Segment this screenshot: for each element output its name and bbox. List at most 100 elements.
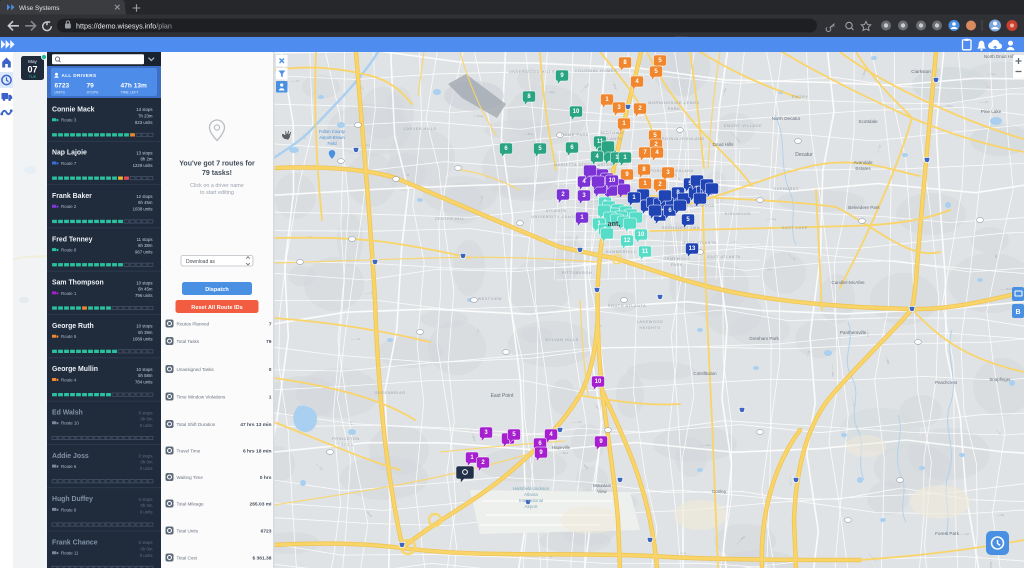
svg-text:Click on a driver name: Click on a driver name <box>190 183 244 189</box>
svg-text:5h 58m: 5h 58m <box>138 373 153 378</box>
svg-text:Route 5: Route 5 <box>61 334 77 339</box>
svg-text:— Blvd: — Blvd <box>524 132 533 136</box>
svg-text:UNITS: UNITS <box>55 90 66 94</box>
svg-text:6723: 6723 <box>55 83 70 90</box>
svg-text:— Pkwy: — Pkwy <box>473 114 484 118</box>
svg-text:CARVER HILLS: CARVER HILLS <box>403 127 436 131</box>
svg-text:—— Ave: —— Ave <box>700 443 711 447</box>
svg-text:Wise Systems: Wise Systems <box>19 5 59 12</box>
svg-text:Pine Lake: Pine Lake <box>981 109 1002 114</box>
svg-text:UNDERWOOD HILLS: UNDERWOOD HILLS <box>509 70 555 74</box>
svg-text:0h 0m: 0h 0m <box>141 460 153 465</box>
svg-text:Travel Time: Travel Time <box>177 448 201 453</box>
svg-text:—— Pkwy: —— Pkwy <box>940 104 954 108</box>
svg-text:0h 0m: 0h 0m <box>141 503 153 508</box>
svg-text:10: 10 <box>609 178 616 184</box>
svg-text:Route 2: Route 2 <box>61 204 77 209</box>
svg-text:HEIGHTS: HEIGHTS <box>639 326 660 330</box>
svg-text:— Way: — Way <box>546 90 556 94</box>
svg-text:SYLVAN HILLS: SYLVAN HILLS <box>545 338 578 342</box>
svg-text:SOUTH ATLANTA: SOUTH ATLANTA <box>608 304 646 308</box>
svg-text:North Druid Hills: North Druid Hills <box>984 54 1017 59</box>
svg-text:10 stops: 10 stops <box>136 280 152 285</box>
svg-text:784 units: 784 units <box>135 380 152 385</box>
svg-text:10 stops: 10 stops <box>136 324 152 329</box>
svg-text:Hugh Duffey: Hugh Duffey <box>52 496 93 503</box>
svg-text:— Ave: — Ave <box>987 72 996 76</box>
svg-text:— Rd: — Rd <box>994 251 998 259</box>
svg-text:LAKES: LAKES <box>338 443 353 447</box>
svg-text:OAKHURST: OAKHURST <box>773 187 799 191</box>
svg-text:79: 79 <box>266 339 272 345</box>
svg-text:Snapfinger: Snapfinger <box>989 377 1011 382</box>
svg-text:Peachcrest: Peachcrest <box>935 380 958 385</box>
svg-text:May: May <box>28 59 37 64</box>
svg-text:Gresham Park: Gresham Park <box>749 336 779 341</box>
svg-text:6h 45m: 6h 45m <box>138 287 153 292</box>
svg-text:Route 9: Route 9 <box>61 507 77 512</box>
svg-text:0: 0 <box>269 367 272 373</box>
svg-text:Hapeville: Hapeville <box>552 445 571 450</box>
svg-text:0 stops: 0 stops <box>139 454 153 459</box>
svg-text:Candler-McAfee: Candler-McAfee <box>831 280 865 285</box>
svg-text:George Mullin: George Mullin <box>52 366 98 373</box>
svg-text:—— Dr: —— Dr <box>572 420 581 424</box>
svg-text:Frank Baker: Frank Baker <box>52 193 92 200</box>
svg-text:Mountain: Mountain <box>593 483 612 488</box>
svg-text:You've got 7 routes for: You've got 7 routes for <box>179 161 255 168</box>
svg-text:Fred Tenney: Fred Tenney <box>52 236 93 243</box>
svg-text:Decatur: Decatur <box>795 152 813 158</box>
svg-text:Total Cost: Total Cost <box>177 555 198 560</box>
svg-text:Reset All Route IDs: Reset All Route IDs <box>191 305 242 311</box>
svg-text:6h 38m: 6h 38m <box>138 243 153 248</box>
svg-text:Unassigned Tasks: Unassigned Tasks <box>177 367 215 372</box>
svg-text:East Point: East Point <box>491 393 514 399</box>
svg-text:6 hrs 18 min: 6 hrs 18 min <box>243 448 272 454</box>
svg-text:LAKEWOOD: LAKEWOOD <box>637 320 664 324</box>
svg-text:Total Mileage: Total Mileage <box>177 501 205 506</box>
svg-text:Route 11: Route 11 <box>61 551 79 556</box>
svg-text:Druid Hills: Druid Hills <box>713 142 735 147</box>
svg-text:47h 13m: 47h 13m <box>121 83 148 90</box>
svg-text:—— Ln: —— Ln <box>789 476 793 486</box>
svg-text:PITTSBURGH: PITTSBURGH <box>562 271 592 275</box>
svg-text:SUMMERHILL: SUMMERHILL <box>606 250 637 254</box>
svg-text:—— Rd: —— Rd <box>959 532 969 536</box>
svg-text:— Ave: — Ave <box>866 329 870 338</box>
svg-text:Routes Planned: Routes Planned <box>177 321 210 326</box>
svg-text:10 stops: 10 stops <box>136 367 152 372</box>
svg-text:—— Way: —— Way <box>831 365 835 377</box>
svg-text:0 stops: 0 stops <box>139 497 153 502</box>
svg-text:1229 units: 1229 units <box>133 163 153 168</box>
svg-text:12: 12 <box>624 238 631 244</box>
svg-text:Constitution: Constitution <box>693 371 717 376</box>
svg-text:Estates: Estates <box>855 166 871 171</box>
svg-text:Panthersville: Panthersville <box>840 330 867 335</box>
svg-text:COLONIAL HOMES: COLONIAL HOMES <box>575 69 617 73</box>
svg-text:EDGEWOOD: EDGEWOOD <box>687 204 715 208</box>
svg-text:Airport-Brown: Airport-Brown <box>319 135 345 140</box>
svg-text:823 units: 823 units <box>135 120 152 125</box>
svg-text:Frank Chance: Frank Chance <box>52 539 98 546</box>
svg-text:North Decatur: North Decatur <box>772 116 801 121</box>
svg-text:Belvedere Park: Belvedere Park <box>848 205 880 210</box>
svg-text:—— Blvd: —— Blvd <box>989 556 993 568</box>
svg-text:B: B <box>1015 309 1020 316</box>
svg-text:7h 23m: 7h 23m <box>138 113 153 118</box>
svg-text:Airport: Airport <box>525 504 539 509</box>
svg-text:Route 10: Route 10 <box>61 421 79 426</box>
svg-text:ALL DRIVERS: ALL DRIVERS <box>62 73 97 78</box>
svg-text:0 units: 0 units <box>140 466 153 471</box>
svg-text:VIRGINIA-HIGHLAND: VIRGINIA-HIGHLAND <box>657 137 705 141</box>
svg-text:10: 10 <box>595 379 602 385</box>
svg-text:REYNOLDSTOWN: REYNOLDSTOWN <box>662 226 700 230</box>
svg-text:13: 13 <box>689 246 696 252</box>
svg-text:Total Units: Total Units <box>177 528 199 533</box>
svg-text:0h 0m: 0h 0m <box>141 546 153 551</box>
svg-text:13 stops: 13 stops <box>136 151 152 156</box>
svg-text:6h 39m: 6h 39m <box>138 330 153 335</box>
svg-text:TUE: TUE <box>29 75 37 79</box>
svg-text:HOME PARK: HOME PARK <box>561 133 589 137</box>
svg-text:Time Window Violations: Time Window Violations <box>177 394 226 399</box>
svg-text:0 units: 0 units <box>140 510 153 515</box>
